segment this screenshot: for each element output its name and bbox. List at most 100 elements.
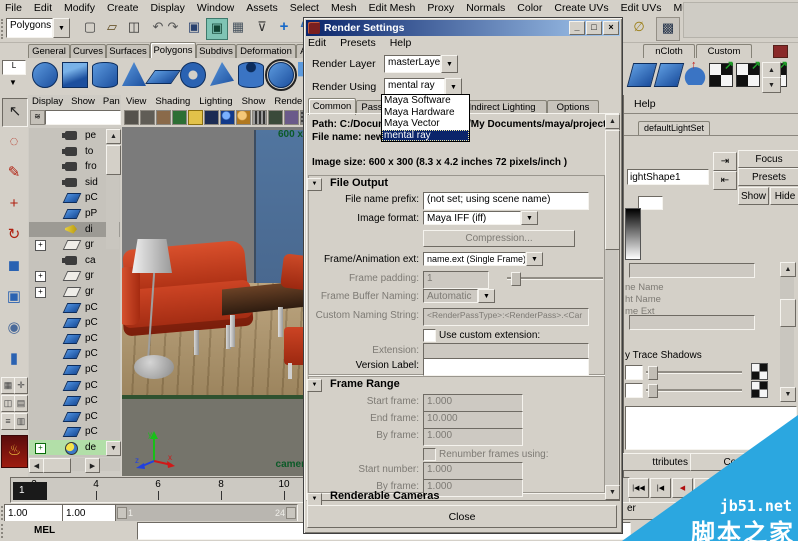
outliner-item[interactable]: pC	[29, 300, 120, 316]
lamp-base[interactable]	[134, 355, 174, 379]
plain-shade-icon[interactable]	[188, 110, 203, 125]
menu-item[interactable]: Window	[197, 2, 234, 14]
close-icon[interactable]: ×	[603, 21, 619, 35]
scroll-thumb[interactable]	[106, 145, 121, 175]
layout-single-icon[interactable]: ▦	[1, 377, 15, 394]
renderer-option[interactable]: Maya Software	[382, 95, 469, 107]
viewport-menu-item[interactable]: Shading	[155, 96, 190, 107]
range-handle-right[interactable]	[286, 507, 296, 519]
uv-checker-icon-1[interactable]	[709, 58, 734, 87]
toolbar-grip[interactable]	[1, 506, 3, 520]
menu-item[interactable]: Normals	[466, 2, 505, 14]
shelf-tab[interactable]: Polygons	[150, 42, 196, 59]
mel-label[interactable]: MEL	[34, 525, 55, 536]
dialog-title-bar[interactable]: Render Settings _ □ ×	[306, 20, 620, 36]
scroll-up-icon[interactable]: ▲	[106, 129, 121, 144]
poly-cylinder-icon[interactable]	[92, 62, 118, 88]
add-icon[interactable]: +	[274, 18, 294, 38]
start-number-field[interactable]: 1.000	[423, 462, 523, 480]
slider-thumb[interactable]	[648, 366, 658, 380]
rotate-tool-icon[interactable]: ↻	[2, 222, 26, 249]
sculpt-icon[interactable]	[684, 59, 706, 85]
menu-set-selector[interactable]: Polygons	[6, 18, 70, 38]
show-button[interactable]: Show	[738, 187, 769, 205]
shelf-scroll-up-icon[interactable]: ▲	[762, 62, 781, 78]
menu-item[interactable]: Edit UVs	[621, 2, 662, 14]
scene-name-field[interactable]	[629, 263, 755, 278]
scroll-thumb[interactable]	[605, 130, 620, 250]
layout-four-view-icon[interactable]: ✛	[14, 377, 28, 394]
frame-tick[interactable]: 4	[81, 479, 111, 500]
render-settings-tab[interactable]: Indirect Lighting	[457, 100, 547, 114]
frame-range-header[interactable]: Frame Range	[330, 378, 400, 390]
outliner-layout-icon[interactable]: ▥	[14, 413, 28, 430]
renderer-option[interactable]: mental ray	[382, 129, 469, 141]
outliner-menu-item[interactable]: Pan	[103, 96, 120, 107]
minimize-icon[interactable]: _	[569, 21, 585, 35]
layout-split-icon[interactable]: ▤	[14, 395, 28, 412]
frame-tick[interactable]: 6	[143, 479, 173, 500]
focus-button[interactable]: Focus	[738, 150, 798, 168]
couch-armrest[interactable]	[122, 267, 140, 325]
menu-item[interactable]: Display	[150, 2, 184, 14]
dialog-menu-item[interactable]: Edit	[308, 37, 326, 49]
poly-torus-icon[interactable]	[180, 62, 206, 88]
select-hierarchy-icon[interactable]: ▣	[184, 18, 204, 38]
save-scene-icon[interactable]: ◫	[124, 18, 144, 38]
shelf-scroll-down-icon[interactable]: ▼	[762, 77, 781, 93]
outliner-item[interactable]: gr	[29, 284, 120, 300]
ae-tab-defaultlightset[interactable]: defaultLightSet	[638, 121, 710, 135]
outliner-item[interactable]: pC	[29, 378, 120, 394]
scroll-up-icon[interactable]: ▲	[780, 262, 796, 277]
snap-to-grid-icon[interactable]: ⊽	[252, 18, 272, 38]
range-handle-left[interactable]	[117, 507, 127, 519]
file-name-prefix-field[interactable]: (not set; using scene name)	[423, 192, 589, 210]
texture-toggle-icon[interactable]	[268, 110, 283, 125]
expand-icon[interactable]	[35, 286, 46, 298]
camera-select-icon[interactable]	[140, 110, 155, 125]
scroll-up-icon[interactable]: ▲	[605, 114, 620, 129]
poly-cone-icon[interactable]	[122, 62, 146, 86]
ramp-gradient-swatch[interactable]	[625, 208, 641, 260]
uv-checker-icon-2[interactable]	[736, 58, 761, 87]
start-frame-field[interactable]: 1.000	[423, 394, 523, 412]
by-frame-field[interactable]: 1.000	[423, 428, 523, 446]
menu-item[interactable]: Color	[517, 2, 542, 14]
shelf-selector-arrow-icon[interactable]: ▼	[2, 76, 24, 90]
shadow-rays-field[interactable]	[625, 383, 643, 398]
frame-padding-field[interactable]: 1	[423, 271, 489, 289]
load-attributes-button[interactable]: ttributes	[612, 453, 693, 471]
open-scene-icon[interactable]: ▱	[102, 18, 122, 38]
select-component-icon[interactable]: ▦	[228, 18, 248, 38]
frame-buffer-naming-selector[interactable]: Automatic	[423, 289, 495, 303]
menu-item[interactable]: Create	[107, 2, 139, 14]
set-dropdown-icon[interactable]: ▼	[106, 441, 121, 456]
dialog-menu-item[interactable]: Help	[390, 37, 412, 49]
viewport-canvas[interactable]: 600 x camer y x z	[122, 127, 309, 476]
poly-plane-icon[interactable]	[145, 70, 181, 84]
presets-button[interactable]: Presets	[738, 168, 798, 186]
render-settings-tab[interactable]: Options	[547, 100, 599, 114]
ae-vscrollbar[interactable]: ▲ ▼	[780, 262, 796, 402]
universal-manip-tool-icon[interactable]: ▣	[2, 284, 26, 311]
shelf-tab[interactable]: Subdivs	[196, 44, 236, 58]
frame-padding-slider[interactable]	[507, 272, 603, 286]
viewport-menu-item[interactable]: Lighting	[199, 96, 232, 107]
image-format-selector[interactable]: Maya IFF (iff)	[423, 211, 538, 225]
outliner-hscrollbar[interactable]: ◀ ▶	[29, 458, 120, 473]
poly-cube-icon[interactable]	[62, 62, 88, 88]
mesh-icon-1[interactable]	[626, 63, 658, 87]
wireframe-shade-icon[interactable]	[204, 110, 219, 125]
shelf-tab[interactable]: General	[28, 44, 70, 58]
redo-icon[interactable]: ↷	[163, 18, 183, 38]
frame-animation-ext-selector[interactable]: name.ext (Single Frame)	[423, 252, 543, 266]
outliner-item[interactable]: pC	[29, 393, 120, 409]
camera-icon[interactable]	[124, 110, 139, 125]
poly-soccer-icon[interactable]	[265, 59, 297, 91]
collapse-icon[interactable]	[307, 379, 322, 392]
select-tool-icon[interactable]: ↖	[2, 98, 28, 127]
dialog-vscrollbar[interactable]: ▲ ▼	[605, 114, 620, 500]
menu-item[interactable]: Assets	[246, 2, 278, 14]
chevron-down-icon[interactable]	[53, 18, 70, 38]
chevron-down-icon[interactable]	[526, 252, 543, 266]
